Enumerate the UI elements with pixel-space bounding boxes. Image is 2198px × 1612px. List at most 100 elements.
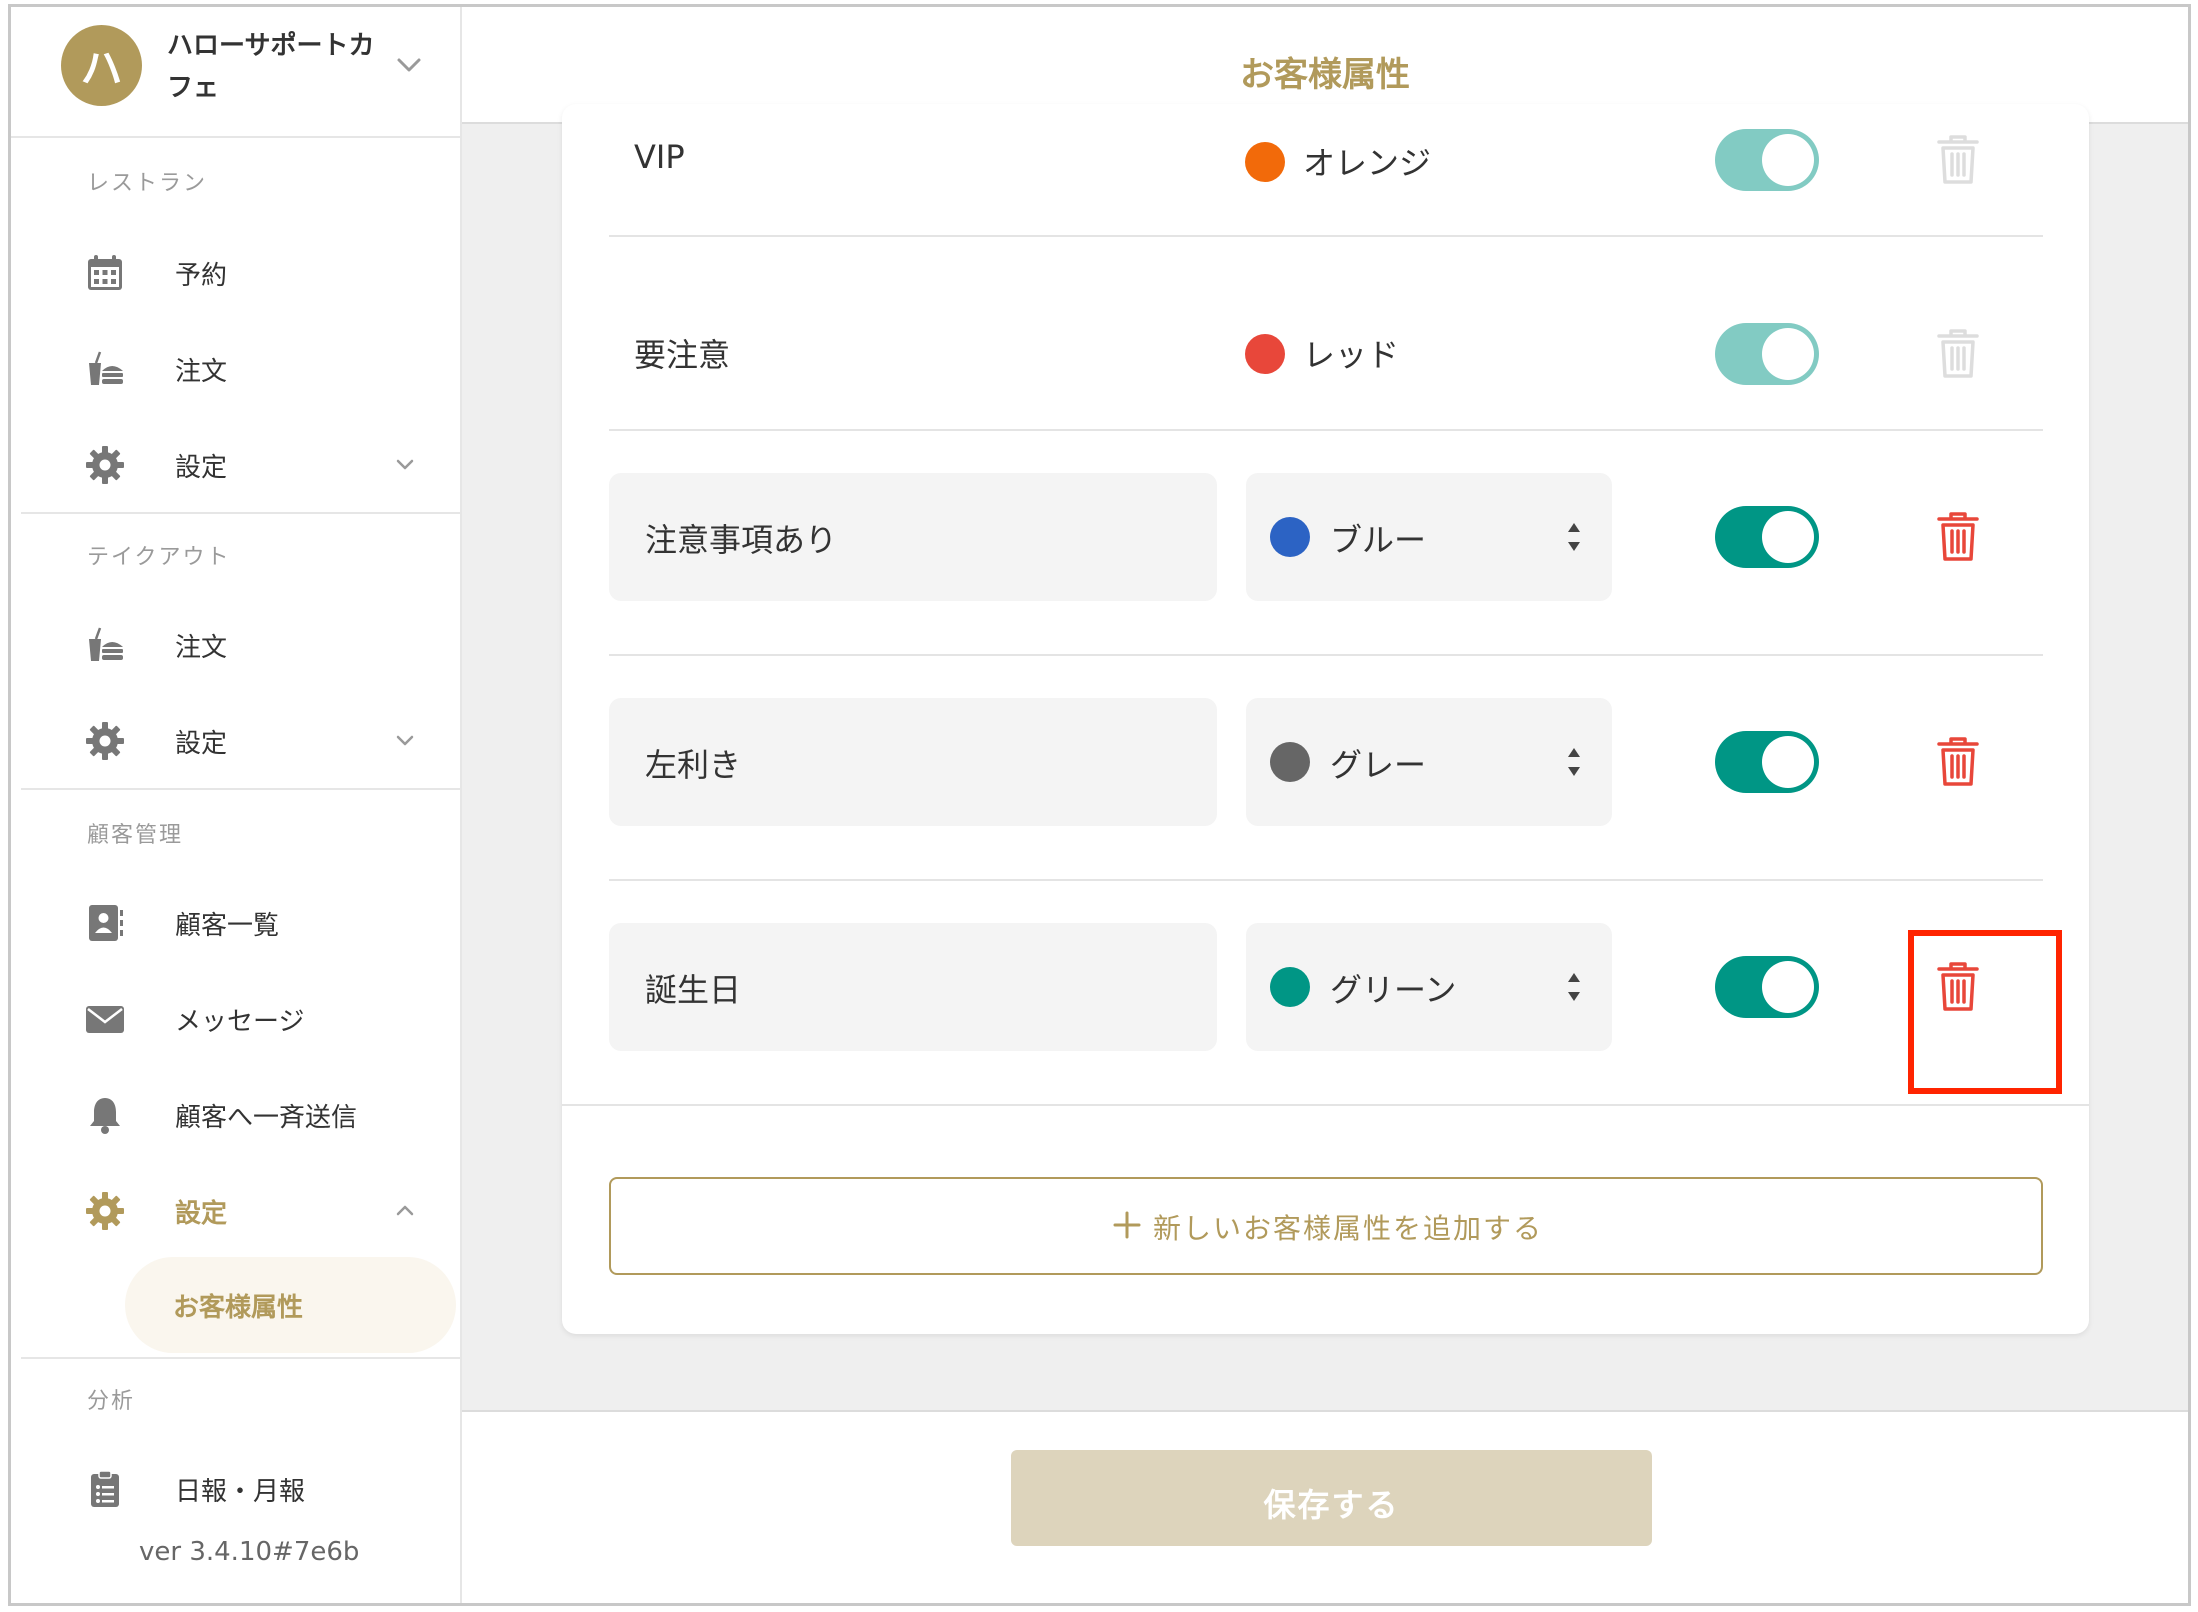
sidebar-item-label: 設定 <box>175 453 228 483</box>
sidebar-item-messages[interactable]: メッセージ <box>11 979 462 1059</box>
attribute-name-input[interactable]: 左利き <box>609 698 1217 826</box>
chevron-up-icon <box>396 1205 414 1216</box>
attribute-color-select[interactable]: グリーン <box>1246 923 1612 1051</box>
attribute-color-label: グリーン <box>1330 971 1457 1009</box>
toggle-knob <box>1762 961 1814 1013</box>
trash-icon <box>1937 329 1979 378</box>
attribute-color-label: レッド <box>1303 336 1400 374</box>
attribute-enabled-toggle[interactable] <box>1715 323 1819 385</box>
sidebar-item-label: 注文 <box>175 633 228 663</box>
attribute-name-value: 左利き <box>645 746 742 784</box>
save-button-label: 保存する <box>1263 1486 1400 1524</box>
clipboard-icon <box>91 1470 119 1507</box>
attribute-enabled-toggle[interactable] <box>1715 129 1819 191</box>
main-content: VIP オレンジ 要注意 レッド 注意事項あり ブルー 左利き グレー 誕生日 … <box>462 104 2188 1412</box>
add-attribute-label: 新しいお客様属性を追加する <box>1153 1212 1544 1245</box>
shop-switcher[interactable]: ハ ハローサポートカフェ <box>11 7 460 138</box>
gear-icon <box>86 1192 124 1230</box>
sidebar-item-reports[interactable]: 日報・月報 <box>11 1449 462 1529</box>
highlight-box <box>1908 930 2062 1094</box>
color-swatch <box>1270 967 1310 1007</box>
select-arrows-icon <box>1568 973 1580 1001</box>
attribute-color-label: グレー <box>1330 746 1427 784</box>
sidebar-item-label: 日報・月報 <box>175 1477 306 1507</box>
calendar-icon <box>88 255 122 290</box>
attribute-name: VIP <box>634 138 685 176</box>
order-icon <box>89 627 123 661</box>
save-button[interactable]: 保存する <box>1011 1450 1652 1546</box>
color-swatch <box>1270 517 1310 557</box>
attribute-name-input[interactable]: 注意事項あり <box>609 473 1217 601</box>
add-attribute-button[interactable]: 新しいお客様属性を追加する <box>609 1177 2043 1275</box>
gear-icon <box>86 446 124 484</box>
sidebar-divider <box>21 512 462 514</box>
sidebar-divider <box>21 788 462 790</box>
toggle-knob <box>1762 511 1814 563</box>
shop-name: ハローサポートカフェ <box>167 31 375 103</box>
attribute-color-select[interactable]: グレー <box>1246 698 1612 826</box>
sidebar-item-reservations[interactable]: 予約 <box>11 233 462 313</box>
color-swatch <box>1270 742 1310 782</box>
attribute-name-value: 誕生日 <box>645 971 742 1009</box>
order-icon <box>89 351 123 385</box>
attribute-name: 要注意 <box>634 336 731 374</box>
envelope-icon <box>86 1006 124 1033</box>
attribute-enabled-toggle[interactable] <box>1715 506 1819 568</box>
sidebar: ハ ハローサポートカフェ レストラン 予約 注文 設定 テイクアウト 注文 設定… <box>11 7 462 1603</box>
sidebar-item-label: 注文 <box>175 357 228 387</box>
section-title-restaurant: レストラン <box>87 171 208 196</box>
trash-icon <box>1937 135 1979 184</box>
section-title-takeout: テイクアウト <box>87 545 231 570</box>
select-arrows-icon <box>1568 748 1580 776</box>
trash-icon[interactable] <box>1936 511 1980 563</box>
sidebar-item-restaurant-orders[interactable]: 注文 <box>11 329 462 409</box>
attribute-color-label: ブルー <box>1330 521 1427 559</box>
gear-icon <box>86 722 124 760</box>
attributes-card: VIP オレンジ 要注意 レッド 注意事項あり ブルー 左利き グレー 誕生日 … <box>562 104 2089 1334</box>
sidebar-subitem-label: お客様属性 <box>173 1293 304 1323</box>
chevron-down-icon[interactable] <box>391 47 427 83</box>
app-window: ハ ハローサポートカフェ レストラン 予約 注文 設定 テイクアウト 注文 設定… <box>8 4 2191 1606</box>
attribute-enabled-toggle[interactable] <box>1715 956 1819 1018</box>
trash-icon[interactable] <box>1936 736 1980 788</box>
contact-book-icon <box>89 905 123 941</box>
row-divider <box>609 654 2043 656</box>
bell-icon <box>90 1098 120 1134</box>
sidebar-item-label: 予約 <box>175 261 228 291</box>
row-divider <box>562 1104 2089 1106</box>
sidebar-item-takeout-orders[interactable]: 注文 <box>11 605 462 685</box>
toggle-knob <box>1762 736 1814 788</box>
sidebar-item-label: 顧客へ一斉送信 <box>175 1103 358 1133</box>
sidebar-item-takeout-settings[interactable]: 設定 <box>11 701 462 781</box>
sidebar-item-label: メッセージ <box>175 1007 305 1037</box>
section-title-customers: 顧客管理 <box>87 823 184 848</box>
attribute-color-label: オレンジ <box>1303 144 1432 182</box>
row-divider <box>609 879 2043 881</box>
color-swatch <box>1245 334 1285 374</box>
attribute-name-input[interactable]: 誕生日 <box>609 923 1217 1051</box>
sidebar-item-label: 顧客一覧 <box>175 911 280 941</box>
shop-avatar: ハ <box>61 25 142 106</box>
attribute-name-value: 注意事項あり <box>645 521 838 559</box>
sidebar-item-restaurant-settings[interactable]: 設定 <box>11 425 462 505</box>
attribute-color-select[interactable]: ブルー <box>1246 473 1612 601</box>
chevron-down-icon <box>396 459 414 470</box>
row-divider <box>609 235 2043 237</box>
color-swatch <box>1245 142 1285 182</box>
sidebar-subitem-customer-attributes[interactable]: お客様属性 <box>125 1257 456 1353</box>
chevron-down-icon <box>396 735 414 746</box>
plus-icon <box>1113 1211 1141 1239</box>
attribute-enabled-toggle[interactable] <box>1715 731 1819 793</box>
sidebar-item-broadcast[interactable]: 顧客へ一斉送信 <box>11 1075 462 1155</box>
sidebar-item-label: 設定 <box>175 729 228 759</box>
app-version: ver 3.4.10#7e6b <box>139 1537 360 1567</box>
sidebar-item-customer-settings[interactable]: 設定 <box>11 1171 462 1251</box>
toggle-knob <box>1762 134 1814 186</box>
select-arrows-icon <box>1568 523 1580 551</box>
page-title: お客様属性 <box>1240 55 1410 95</box>
row-divider <box>609 429 2043 431</box>
sidebar-item-label: 設定 <box>175 1199 228 1229</box>
sidebar-divider <box>21 1357 462 1359</box>
sidebar-item-customer-list[interactable]: 顧客一覧 <box>11 883 462 963</box>
section-title-analytics: 分析 <box>87 1389 136 1414</box>
